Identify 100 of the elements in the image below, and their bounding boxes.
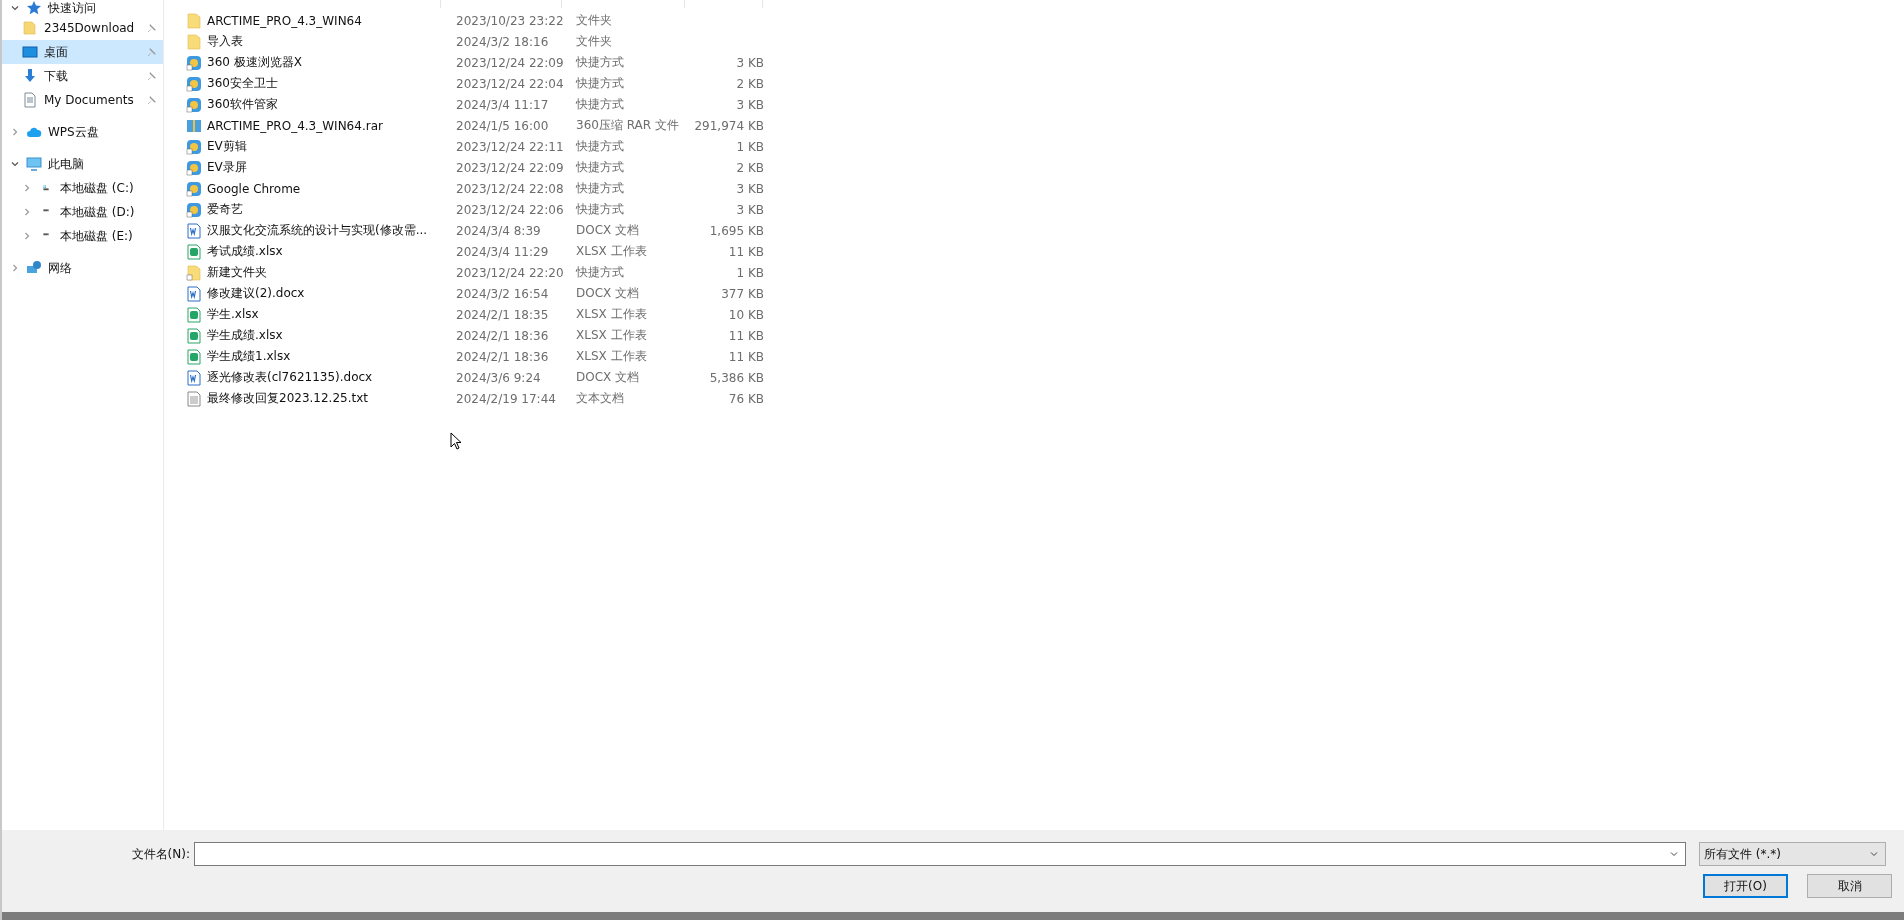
- pin-icon[interactable]: [147, 23, 157, 33]
- modified-date: 2024/3/4 11:17: [456, 97, 549, 112]
- file-name[interactable]: 最终修改回复2023.12.25.txt: [207, 390, 369, 407]
- nav-item[interactable]: WPS云盘: [48, 123, 99, 141]
- file-type: DOCX 文档: [576, 223, 640, 237]
- file-name[interactable]: 学生.xlsx: [207, 306, 259, 323]
- nav-item[interactable]: My Documents: [2, 88, 163, 112]
- file-type: XLSX 工作表: [576, 307, 647, 321]
- file-size: 3 KB: [736, 202, 764, 217]
- file-type: 文件夹: [576, 13, 612, 27]
- nav-item[interactable]: 本地磁盘 (C:): [2, 176, 163, 200]
- nav-item[interactable]: 2345Download: [2, 16, 163, 40]
- file-size: 11 KB: [728, 244, 764, 259]
- modified-date: 2023/10/23 23:22: [456, 13, 564, 28]
- file-name[interactable]: 学生成绩1.xlsx: [207, 348, 291, 365]
- file-type-dropdown[interactable]: 所有文件 (*.*): [1699, 842, 1886, 866]
- file-name[interactable]: 学生成绩.xlsx: [207, 327, 283, 344]
- spreadsheet-icon: [186, 348, 202, 365]
- file-type: 快捷方式: [576, 181, 624, 195]
- modified-date: 2024/2/19 17:44: [456, 391, 556, 406]
- archive-icon: [186, 117, 202, 134]
- download-arrow-icon: [22, 68, 38, 84]
- chevron-icon[interactable]: [10, 159, 20, 169]
- word-document-icon: [186, 285, 202, 302]
- app-shortcut-icon: [186, 159, 202, 176]
- file-size: 2 KB: [736, 160, 764, 175]
- file-type: XLSX 工作表: [576, 349, 647, 363]
- nav-item[interactable]: 下载: [2, 64, 163, 88]
- file-type: XLSX 工作表: [576, 328, 647, 342]
- nav-item[interactable]: 本地磁盘 (E:): [2, 224, 163, 248]
- mouse-pointer-icon: [450, 432, 462, 450]
- file-size: 3 KB: [736, 181, 764, 196]
- chevron-icon[interactable]: [10, 263, 20, 273]
- file-name[interactable]: 360 极速浏览器X: [207, 54, 302, 71]
- folder-shortcut-icon: [186, 264, 202, 281]
- modified-date: 2023/12/24 22:04: [456, 76, 564, 91]
- modified-date: 2024/3/2 16:54: [456, 286, 549, 301]
- folder-icon: [22, 20, 38, 36]
- file-name[interactable]: EV录屏: [207, 159, 247, 176]
- file-name[interactable]: 新建文件夹: [207, 264, 267, 281]
- file-name[interactable]: ARCTIME_PRO_4.3_WIN64.rar: [207, 118, 383, 133]
- app-shortcut-icon: [186, 201, 202, 218]
- file-name[interactable]: 考试成绩.xlsx: [207, 243, 283, 260]
- file-type: 快捷方式: [576, 139, 624, 153]
- file-type: XLSX 工作表: [576, 244, 647, 258]
- file-name[interactable]: 360软件管家: [207, 96, 278, 113]
- file-type: 快捷方式: [576, 55, 624, 69]
- chevron-icon[interactable]: [22, 207, 32, 217]
- file-size: 3 KB: [736, 97, 764, 112]
- nav-item[interactable]: 网络: [48, 259, 72, 277]
- word-document-icon: [186, 369, 202, 386]
- file-type: DOCX 文档: [576, 286, 640, 300]
- nav-item[interactable]: 本地磁盘 (D:): [2, 200, 163, 224]
- modified-date: 2023/12/24 22:09: [456, 55, 564, 70]
- text-file-icon: [186, 390, 202, 407]
- pin-icon[interactable]: [147, 95, 157, 105]
- nav-item[interactable]: 快速访问: [48, 0, 96, 17]
- modified-date: 2024/3/4 11:29: [456, 244, 549, 259]
- pin-icon[interactable]: [147, 47, 157, 57]
- file-name[interactable]: 逐光修改表(cl7621135).docx: [207, 369, 373, 386]
- file-type: 文件夹: [576, 34, 612, 48]
- file-name[interactable]: 360安全卫士: [207, 75, 278, 92]
- chevron-icon[interactable]: [22, 183, 32, 193]
- modified-date: 2023/12/24 22:20: [456, 265, 564, 280]
- modified-date: 2023/12/24 22:06: [456, 202, 564, 217]
- chevron-icon[interactable]: [10, 3, 20, 13]
- star-icon: [26, 0, 42, 16]
- modified-date: 2024/3/4 8:39: [456, 223, 541, 238]
- file-type: 文本文档: [576, 391, 624, 405]
- file-name[interactable]: 导入表: [207, 33, 243, 50]
- file-name[interactable]: 修改建议(2).docx: [207, 285, 305, 302]
- filename-field[interactable]: [194, 842, 1686, 866]
- pin-icon[interactable]: [147, 71, 157, 81]
- nav-item[interactable]: 此电脑: [48, 155, 84, 173]
- cancel-button[interactable]: 取消: [1807, 874, 1892, 898]
- file-name[interactable]: ARCTIME_PRO_4.3_WIN64: [207, 13, 362, 28]
- file-size: 1 KB: [736, 139, 764, 154]
- modified-date: 2024/2/1 18:35: [456, 307, 549, 322]
- nav-item[interactable]: 桌面: [2, 40, 163, 64]
- chevron-icon[interactable]: [10, 127, 20, 137]
- file-type: 360压缩 RAR 文件: [576, 118, 679, 132]
- open-button[interactable]: 打开(O): [1703, 874, 1788, 898]
- app-shortcut-icon: [186, 180, 202, 197]
- spreadsheet-icon: [186, 327, 202, 344]
- file-name[interactable]: 爱奇艺: [207, 201, 243, 218]
- modified-date: 2024/2/1 18:36: [456, 328, 549, 343]
- modified-date: 2023/12/24 22:11: [456, 139, 564, 154]
- file-type: 快捷方式: [576, 265, 624, 279]
- file-size: 76 KB: [728, 391, 764, 406]
- modified-date: 2023/12/24 22:08: [456, 181, 564, 196]
- file-size: 10 KB: [728, 307, 764, 322]
- chevron-icon[interactable]: [22, 231, 32, 241]
- file-type: 快捷方式: [576, 160, 624, 174]
- folder-icon: [186, 12, 202, 29]
- word-document-icon: [186, 222, 202, 239]
- file-name[interactable]: EV剪辑: [207, 138, 247, 155]
- app-shortcut-icon: [186, 96, 202, 113]
- file-size: 3 KB: [736, 55, 764, 70]
- file-name[interactable]: Google Chrome: [207, 181, 301, 196]
- file-name[interactable]: 汉服文化交流系统的设计与实现(修改需...: [207, 222, 428, 239]
